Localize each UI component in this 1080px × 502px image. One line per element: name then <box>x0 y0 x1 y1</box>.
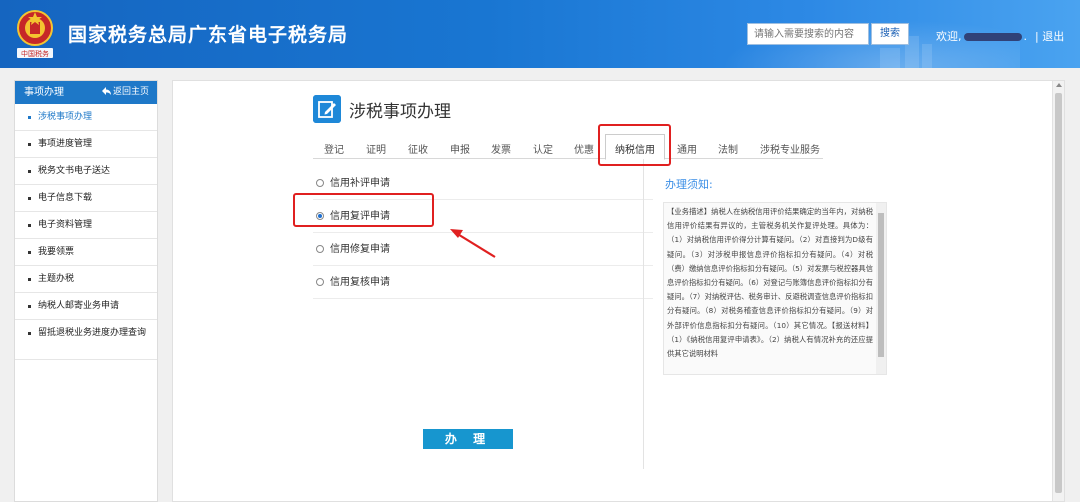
sidebar-item-download[interactable]: 电子信息下载 <box>15 185 157 212</box>
masked-username <box>963 33 1022 41</box>
sidebar-item-e-delivery[interactable]: 税务文书电子送达 <box>15 158 157 185</box>
bullet-icon <box>28 143 31 146</box>
back-arrow-icon <box>101 87 111 95</box>
sidebar-item-label: 事项进度管理 <box>38 139 93 149</box>
category-tabs: 登记 证明 征收 申报 发票 认定 优惠 纳税信用 通用 法制 涉税专业服务 <box>313 133 823 160</box>
tab-collection[interactable]: 征收 <box>408 141 428 156</box>
page-scroll-thumb[interactable] <box>1055 93 1062 493</box>
tab-general[interactable]: 通用 <box>677 141 697 156</box>
radio-button[interactable] <box>316 245 324 253</box>
edit-document-icon <box>313 95 341 123</box>
tab-certificate[interactable]: 证明 <box>366 141 386 156</box>
page-scrollbar[interactable] <box>1052 81 1064 501</box>
bullet-icon <box>28 224 31 227</box>
tab-preferential[interactable]: 优惠 <box>574 141 594 156</box>
sidebar-title: 事项办理 <box>24 87 64 98</box>
tax-emblem-icon: 中国税务 <box>17 10 53 58</box>
sidebar-item-label: 税务文书电子送达 <box>38 166 111 176</box>
bullet-icon <box>28 170 31 173</box>
column-divider <box>643 159 644 469</box>
submit-button[interactable]: 办 理 <box>423 429 513 449</box>
sidebar-header: 事项办理 返回主页 <box>15 81 157 104</box>
welcome-text: 欢迎,. <box>936 28 1027 44</box>
notice-scroll-thumb[interactable] <box>878 213 884 357</box>
sidebar-item-label: 我要领票 <box>38 247 75 257</box>
sidebar-item-e-documents[interactable]: 电子资料管理 <box>15 212 157 239</box>
site-title: 国家税务总局广东省电子税务局 <box>68 24 349 46</box>
sidebar-item-refund-query[interactable]: 留抵退税业务进度办理查询 <box>15 320 157 360</box>
annotation-box-tab <box>598 124 671 166</box>
top-header: 中国税务 国家税务总局广东省电子税务局 搜索 欢迎,. | 退出 <box>0 0 1080 68</box>
tab-legal[interactable]: 法制 <box>718 141 738 156</box>
sidebar-item-theme-tax[interactable]: 主题办税 <box>15 266 157 293</box>
welcome-label: 欢迎, <box>936 30 962 43</box>
sidebar-item-label: 留抵退税业务进度办理查询 <box>38 328 147 338</box>
annotation-arrow-icon <box>450 229 496 258</box>
option-label: 信用复核申请 <box>330 277 390 288</box>
sidebar-item-tax-matters[interactable]: 涉税事项办理 <box>15 104 157 131</box>
option-label: 信用补评申请 <box>330 178 390 189</box>
bullet-icon <box>28 197 31 200</box>
svg-text:中国税务: 中国税务 <box>21 49 49 58</box>
sidebar-item-mail-service[interactable]: 纳税人邮寄业务申请 <box>15 293 157 320</box>
search-input[interactable] <box>747 23 869 45</box>
sidebar-item-label: 纳税人邮寄业务申请 <box>38 301 120 311</box>
bullet-icon <box>28 278 31 281</box>
sidebar-item-label: 主题办税 <box>38 274 75 284</box>
option-credit-review[interactable]: 信用复核申请 <box>313 266 653 299</box>
option-label: 信用修复申请 <box>330 244 390 255</box>
notice-box[interactable]: 【业务描述】纳税人在纳税信用评价结果确定的当年内，对纳税信用评价结果有异议的，主… <box>663 202 887 375</box>
sidebar-item-label: 电子资料管理 <box>38 220 93 230</box>
annotation-box-option <box>293 193 434 227</box>
bullet-icon <box>28 251 31 254</box>
sidebar: 事项办理 返回主页 涉税事项办理 事项进度管理 税务文书电子送达 电子信息下载 … <box>14 80 158 502</box>
tab-recognition[interactable]: 认定 <box>533 141 553 156</box>
radio-button[interactable] <box>316 278 324 286</box>
search-button[interactable]: 搜索 <box>871 23 909 45</box>
sidebar-item-label: 涉税事项办理 <box>38 112 93 122</box>
header-building-decoration <box>922 44 932 68</box>
notice-text: 【业务描述】纳税人在纳税信用评价结果确定的当年内，对纳税信用评价结果有异议的，主… <box>667 207 873 359</box>
bullet-icon <box>28 116 31 119</box>
tab-professional-service[interactable]: 涉税专业服务 <box>760 141 820 156</box>
header-building-decoration <box>880 48 900 68</box>
notice-title: 办理须知: <box>665 178 713 191</box>
tab-declaration[interactable]: 申报 <box>450 141 470 156</box>
back-home-link[interactable]: 返回主页 <box>101 81 149 104</box>
bullet-icon <box>28 305 31 308</box>
welcome-suffix: . <box>1023 30 1028 43</box>
scroll-up-icon[interactable] <box>1056 83 1062 87</box>
sidebar-item-invoice-claim[interactable]: 我要领票 <box>15 239 157 266</box>
sidebar-item-label: 电子信息下载 <box>38 193 93 203</box>
notice-scrollbar[interactable] <box>876 203 886 374</box>
back-home-label: 返回主页 <box>112 87 149 97</box>
radio-button[interactable] <box>316 179 324 187</box>
sidebar-item-progress[interactable]: 事项进度管理 <box>15 131 157 158</box>
tab-invoice[interactable]: 发票 <box>491 141 511 156</box>
page-title: 涉税事项办理 <box>349 102 451 122</box>
tab-registration[interactable]: 登记 <box>324 141 344 156</box>
bullet-icon <box>28 332 31 335</box>
logout-link[interactable]: | 退出 <box>1035 28 1064 44</box>
